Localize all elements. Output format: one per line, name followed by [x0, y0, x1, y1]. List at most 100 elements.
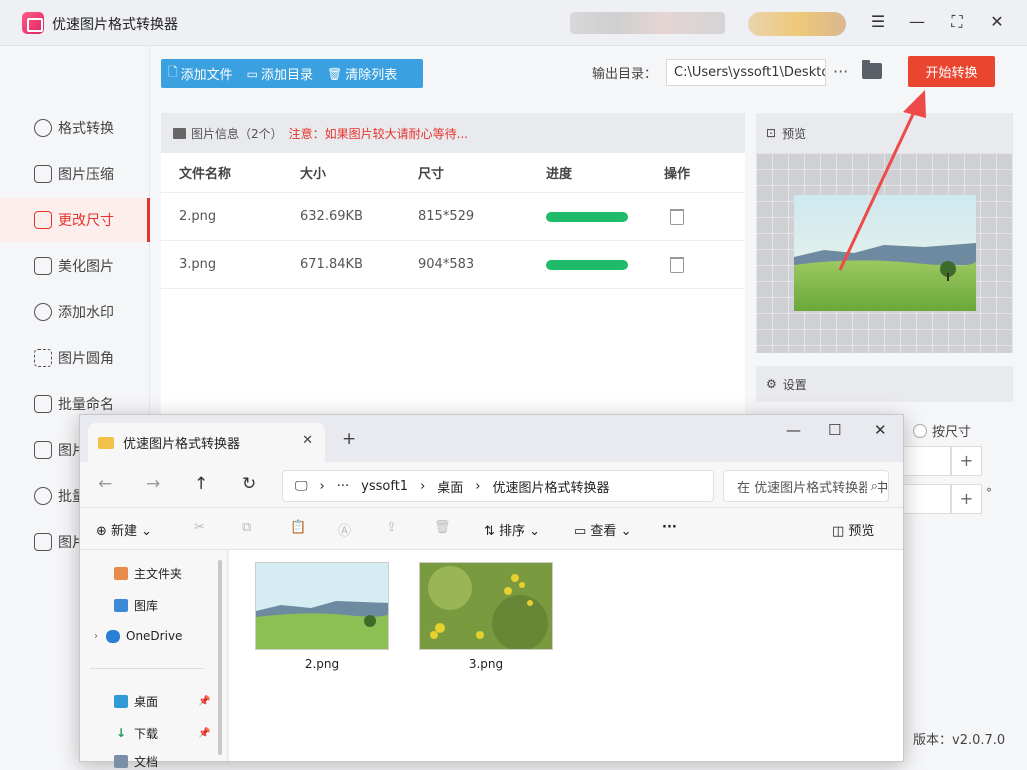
- preview-image: [794, 195, 976, 311]
- close-icon[interactable]: ✕: [984, 10, 1010, 34]
- table-empty-area: [161, 289, 745, 419]
- share-icon[interactable]: ⇪: [386, 520, 397, 535]
- view-button[interactable]: ▭ 查看 ⌄: [574, 520, 631, 539]
- nav-scrollbar[interactable]: [218, 560, 222, 755]
- width-input[interactable]: [903, 446, 951, 476]
- fullscreen-icon[interactable]: ⛶: [944, 10, 970, 34]
- download-icon: ↓: [115, 726, 127, 740]
- breadcrumb-more[interactable]: ···: [337, 479, 349, 494]
- sidebar-item-label: 图片压缩: [58, 167, 114, 183]
- gear-icon: ⚙: [766, 377, 777, 391]
- nav-label: OneDrive: [126, 629, 183, 643]
- preview-pane-button[interactable]: ◫ 预览: [832, 520, 874, 539]
- sidebar-item-label: 图片圆角: [58, 351, 114, 367]
- table-row[interactable]: 2.png 632.69KB 815*529: [161, 193, 745, 241]
- cloud-icon: [106, 629, 120, 643]
- open-folder-icon[interactable]: [862, 60, 882, 79]
- settings-header: ⚙ 设置: [756, 366, 1013, 402]
- nav-item-desktop[interactable]: 桌面 📌: [114, 693, 210, 710]
- add-directory-label: 添加目录: [261, 68, 314, 83]
- sidebar-item-watermark[interactable]: 添加水印: [0, 290, 150, 334]
- sidebar-item-beautify[interactable]: 美化图片: [0, 244, 150, 288]
- file-icon: 🗋: [168, 65, 178, 79]
- sidebar-item-label: 格式转换: [58, 121, 114, 137]
- refresh-icon[interactable]: ↻: [242, 474, 256, 494]
- explorer-tab[interactable]: 优速图片格式转换器 ✕: [88, 423, 325, 462]
- copy-icon[interactable]: ⧉: [242, 520, 251, 535]
- resize-by-size-radio[interactable]: 按尺寸: [913, 421, 971, 440]
- blurred-user-badge[interactable]: [748, 12, 846, 36]
- add-file-label: 添加文件: [180, 68, 233, 83]
- file-table: 文件名称 大小 尺寸 进度 操作 2.png 632.69KB 815*529 …: [161, 153, 745, 289]
- file-thumbnail-3[interactable]: [419, 562, 553, 650]
- image-split-icon: [34, 441, 52, 459]
- folder-icon: [98, 436, 114, 449]
- start-convert-button[interactable]: 开始转换: [908, 56, 995, 87]
- sidebar-item-compress[interactable]: 图片压缩: [0, 152, 150, 196]
- table-header: 文件名称 大小 尺寸 进度 操作: [161, 153, 745, 193]
- rename-icon[interactable]: Ⓐ: [338, 520, 351, 539]
- width-increment-button[interactable]: +: [951, 446, 982, 476]
- tab-title: 优速图片格式转换器: [123, 437, 241, 452]
- breadcrumb-user[interactable]: yssoft1: [361, 479, 408, 494]
- file-thumbnail-2[interactable]: [255, 562, 389, 650]
- nav-item-downloads[interactable]: ↓ 下载 📌: [114, 725, 210, 742]
- round-corner-icon: [34, 349, 52, 367]
- menu-icon[interactable]: ☰: [865, 10, 891, 34]
- back-icon[interactable]: ←: [98, 474, 112, 494]
- sidebar-item-format-convert[interactable]: 格式转换: [0, 106, 150, 150]
- nav-item-home[interactable]: 主文件夹: [114, 565, 182, 582]
- header-progress: 进度: [546, 167, 573, 182]
- clear-list-button[interactable]: 🗑 清除列表: [320, 64, 404, 84]
- desktop-icon: [114, 695, 128, 708]
- close-icon[interactable]: ✕: [874, 421, 887, 439]
- file-name[interactable]: 3.png: [419, 657, 553, 671]
- add-file-button[interactable]: 🗋 添加文件: [161, 63, 240, 84]
- add-directory-button[interactable]: ▭ 添加目录: [240, 64, 320, 84]
- compress-icon: [34, 165, 52, 183]
- minimize-icon[interactable]: —: [904, 10, 930, 34]
- pin-icon[interactable]: 📌: [198, 696, 210, 707]
- maximize-icon[interactable]: ☐: [828, 421, 841, 439]
- sort-button[interactable]: ⇅ 排序 ⌄: [484, 520, 540, 539]
- app-title: 优速图片格式转换器: [52, 17, 178, 33]
- height-increment-button[interactable]: +: [951, 484, 982, 514]
- height-input[interactable]: [903, 484, 951, 514]
- monitor-icon: 🖵: [295, 478, 308, 494]
- new-button[interactable]: ⊕ 新建 ⌄: [96, 520, 152, 539]
- sidebar-item-label: 批量命名: [58, 397, 114, 413]
- sidebar-item-round-corner[interactable]: 图片圆角: [0, 336, 150, 380]
- preview-header: ⊡ 预览: [756, 113, 1013, 153]
- table-row[interactable]: 3.png 671.84KB 904*583: [161, 241, 745, 289]
- file-info-warning: 注意：如果图片较大请耐心等待...: [288, 126, 469, 141]
- close-tab-icon[interactable]: ✕: [302, 433, 313, 448]
- delete-icon[interactable]: [670, 256, 684, 273]
- address-bar[interactable]: 🖵 › ··· yssoft1 › 桌面 › 优速图片格式转换器: [282, 470, 714, 502]
- file-name[interactable]: 2.png: [255, 657, 389, 671]
- forward-icon[interactable]: →: [146, 474, 160, 494]
- header-dimension: 尺寸: [418, 167, 445, 182]
- new-tab-button[interactable]: +: [342, 429, 356, 449]
- nav-item-onedrive[interactable]: › OneDrive: [94, 629, 182, 643]
- sidebar-item-resize[interactable]: 更改尺寸: [0, 198, 150, 242]
- preview-title: 预览: [782, 126, 807, 141]
- minimize-icon[interactable]: —: [786, 421, 801, 439]
- cut-icon[interactable]: ✂: [194, 520, 205, 535]
- radio-circle: [913, 423, 927, 438]
- breadcrumb-desktop[interactable]: 桌面: [437, 477, 463, 496]
- breadcrumb-folder[interactable]: 优速图片格式转换器: [493, 477, 610, 496]
- more-options-button[interactable]: ···: [662, 520, 677, 535]
- browse-more-button[interactable]: ···: [833, 62, 848, 81]
- rename-icon: [34, 395, 52, 413]
- preview-icon: ⊡: [766, 126, 777, 140]
- delete-icon[interactable]: 🗑: [434, 520, 451, 535]
- up-icon[interactable]: ↑: [194, 474, 208, 494]
- pin-icon[interactable]: 📌: [198, 728, 210, 739]
- paste-icon[interactable]: 📋: [290, 520, 306, 535]
- convert-icon: [34, 119, 52, 137]
- nav-item-gallery[interactable]: 图库: [114, 597, 158, 614]
- output-directory-field[interactable]: C:\Users\yssoft1\Deskto: [666, 59, 826, 86]
- batch-rotate-icon: [34, 487, 52, 505]
- search-input[interactable]: 在 优速图片格式转换器 中搜索 ⌕: [723, 470, 889, 502]
- delete-icon[interactable]: [670, 208, 684, 225]
